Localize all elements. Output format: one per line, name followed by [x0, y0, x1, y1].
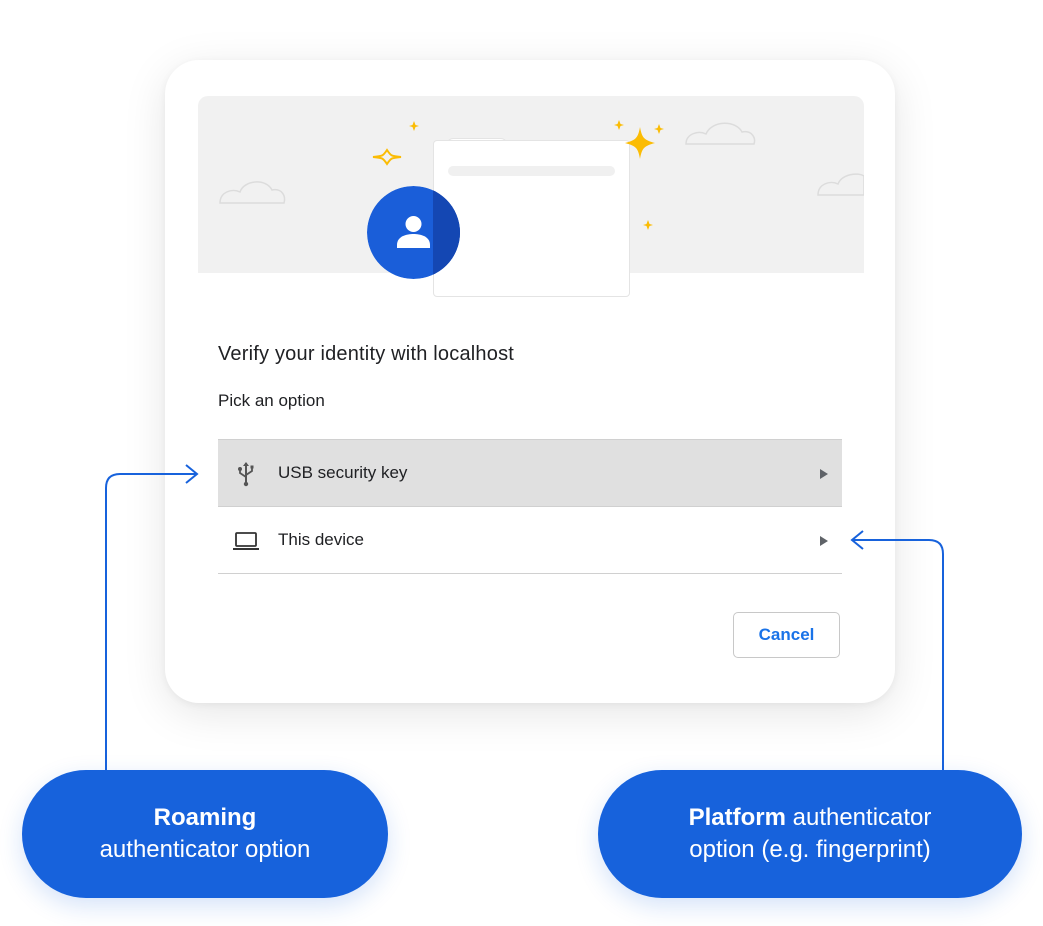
- callout-text-inline: authenticator: [785, 804, 932, 831]
- callout-bold: Platform: [688, 804, 786, 831]
- sparkle-outline-icon: [372, 148, 402, 166]
- platform-authenticator-callout: Platform authenticator option (e.g. fing…: [598, 770, 1022, 898]
- option-label: This device: [278, 530, 364, 549]
- sparkle-icon: [643, 220, 653, 230]
- authenticator-options-list: USB security key This device: [218, 439, 842, 574]
- sparkle-icon: [409, 121, 419, 131]
- option-usb-security-key[interactable]: USB security key: [218, 440, 842, 507]
- option-label: USB security key: [278, 463, 408, 482]
- sparkles-decoration: [372, 120, 664, 230]
- webauthn-dialog: Verify your identity with localhost Pick…: [165, 60, 895, 703]
- roaming-authenticator-callout: Roaming authenticator option: [22, 770, 388, 898]
- big-sparkle-icon: [625, 127, 655, 159]
- user-avatar: [367, 186, 460, 279]
- callout-text: option (e.g. fingerprint): [689, 836, 931, 863]
- dialog-title: Verify your identity with localhost: [218, 343, 515, 365]
- sparkle-icon: [654, 124, 664, 134]
- callout-bold: Roaming: [153, 804, 257, 831]
- chevron-right-icon: [820, 536, 828, 546]
- chevron-right-icon: [820, 469, 828, 479]
- usb-icon: [238, 462, 254, 487]
- sparkle-icon: [614, 120, 624, 130]
- cancel-button[interactable]: Cancel: [733, 612, 840, 658]
- callout-text: authenticator option: [99, 836, 311, 863]
- dialog-subtitle: Pick an option: [218, 391, 325, 410]
- option-this-device[interactable]: This device: [218, 507, 842, 574]
- laptop-icon: [233, 532, 259, 550]
